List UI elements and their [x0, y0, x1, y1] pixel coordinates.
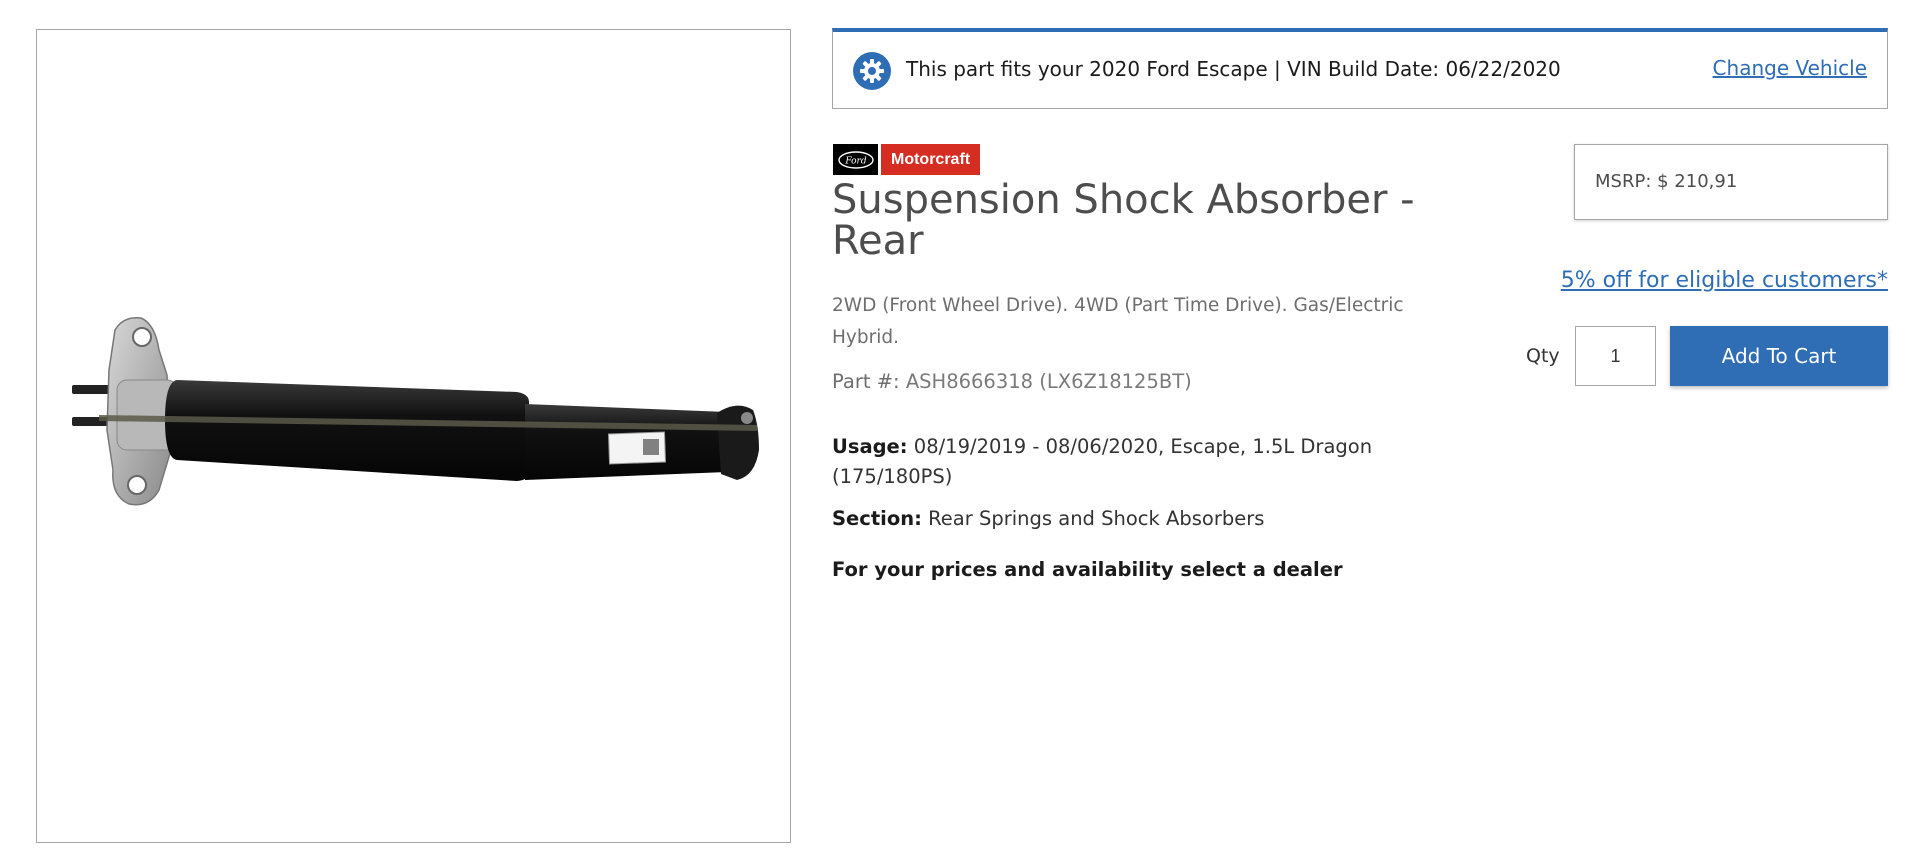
usage-row: Usage: 08/19/2019 - 08/06/2020, Escape, … — [832, 432, 1392, 492]
fitment-banner: This part fits your 2020 Ford Escape | V… — [832, 28, 1888, 109]
msrp-value: $ 210,91 — [1657, 171, 1738, 192]
usage-value: 08/19/2019 - 08/06/2020, Escape, 1.5L Dr… — [832, 435, 1373, 488]
msrp-box: MSRP: $ 210,91 — [1574, 144, 1888, 220]
product-description: 2WD (Front Wheel Drive). 4WD (Part Time … — [832, 295, 1404, 348]
qty-label: Qty — [1526, 345, 1560, 367]
part-number-value: ASH8666318 (LX6Z18125BT) — [905, 370, 1192, 393]
ford-logo-text: Ford — [844, 156, 866, 166]
motorcraft-badge: Motorcraft — [881, 144, 981, 175]
change-vehicle-link[interactable]: Change Vehicle — [1713, 32, 1867, 106]
add-to-cart-button[interactable]: Add To Cart — [1670, 326, 1888, 386]
discount-link[interactable]: 5% off for eligible customers* — [1561, 266, 1888, 296]
fitment-message: This part fits your 2020 Ford Escape | V… — [906, 57, 1561, 81]
product-image-panel[interactable] — [36, 29, 791, 843]
dealer-prompt: For your prices and availability select … — [832, 558, 1343, 581]
part-number-label: Part #: — [832, 370, 900, 393]
qty-input[interactable] — [1575, 326, 1656, 386]
section-label: Section: — [832, 507, 922, 530]
ford-logo: Ford — [833, 144, 878, 175]
part-number-row: Part #: ASH8666318 (LX6Z18125BT) — [832, 366, 1192, 398]
brand-badges: Ford Motorcraft — [833, 144, 981, 175]
section-value: Rear Springs and Shock Absorbers — [928, 507, 1265, 530]
usage-label: Usage: — [832, 435, 908, 458]
ford-oval-icon: Ford — [837, 150, 874, 169]
msrp-label: MSRP: — [1595, 171, 1652, 192]
product-image — [72, 317, 759, 506]
section-row: Section: Rear Springs and Shock Absorber… — [832, 504, 1264, 534]
gear-check-icon — [853, 52, 891, 90]
product-title: Suspension Shock Absorber - Rear — [832, 177, 1415, 264]
